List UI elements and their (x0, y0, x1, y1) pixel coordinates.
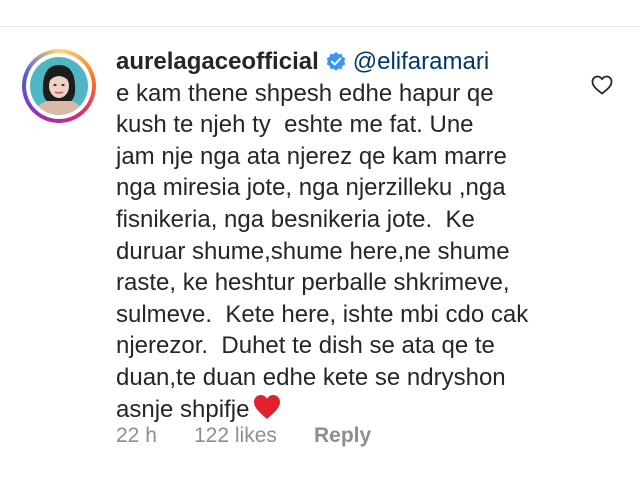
comment-timestamp: 22 h (116, 424, 157, 447)
verified-badge-icon (325, 51, 347, 73)
comment-line: fisnikeria, nga besnikeria jote. Ke (116, 205, 475, 233)
comment: aurelagaceofficial @elifaramari e kam th… (116, 46, 556, 428)
reply-button[interactable]: Reply (314, 424, 371, 448)
comment-line: asnje shpifje (116, 395, 250, 423)
avatar-image (30, 57, 88, 115)
comment-footer: 22 h 122 likes Reply (116, 424, 371, 448)
comment-line: kush te njeh ty eshte me fat. Une (116, 111, 474, 139)
comment-line: sulmeve. Kete here, ishte mbi cdo cak (116, 300, 529, 328)
comment-line: raste, ke heshtur perballe shkrimeve, (116, 269, 510, 297)
comment-line: jam nje nga ata njerez qe kam marre (116, 142, 507, 170)
username[interactable]: aurelagaceofficial (116, 46, 319, 78)
comment-header: aurelagaceofficial @elifaramari (116, 46, 556, 78)
mention-link[interactable]: @elifaramari (353, 46, 489, 78)
comment-line: duruar shume,shume here,ne shume (116, 237, 510, 265)
comment-line: e kam thene shpesh edhe hapur qe (116, 79, 494, 107)
comment-text: e kam thene shpesh edhe hapur qe kush te… (116, 78, 556, 429)
comment-line: duan,te duan edhe kete se ndryshon (116, 363, 506, 391)
heart-outline-icon[interactable] (590, 73, 614, 97)
comment-line: nga miresia jote, nga njerzilleku ,nga (116, 174, 506, 202)
top-divider (0, 26, 640, 27)
avatar[interactable] (22, 49, 96, 123)
comment-last-line: asnje shpifje (116, 394, 556, 429)
red-heart-emoji-icon (253, 394, 281, 429)
likes-count[interactable]: 122 likes (194, 424, 314, 448)
comment-line: njerezor. Duhet te dish se ata qe te (116, 332, 495, 360)
